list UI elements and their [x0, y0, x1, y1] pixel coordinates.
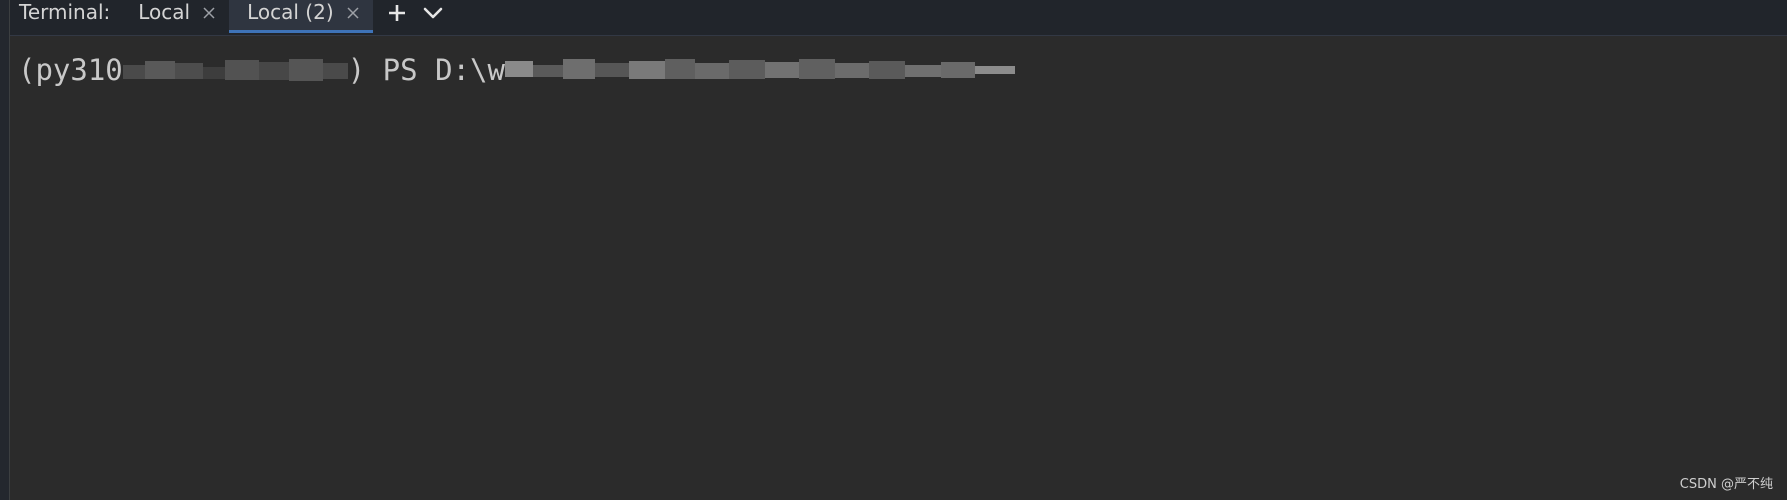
new-terminal-button[interactable]: [379, 0, 415, 25]
tab-label: Local (2): [247, 0, 334, 24]
prompt-path-prefix: ) PS D:\w: [347, 53, 505, 87]
tab-local-2[interactable]: Local (2): [229, 0, 373, 33]
prompt-line: (py310 ) PS D:\w: [18, 52, 1015, 88]
close-icon[interactable]: [201, 0, 217, 25]
watermark: CSDN @严不纯: [1679, 477, 1773, 492]
terminal-label: Terminal:: [19, 0, 111, 24]
redacted-env-name: [122, 57, 348, 83]
terminal-dropdown-button[interactable]: [415, 0, 451, 25]
terminal-console[interactable]: (py310 ) PS D:\w: [10, 36, 1787, 500]
prompt-env-prefix: (py310: [18, 53, 123, 87]
redacted-path: [504, 57, 1015, 83]
terminal-tabbar: Terminal: Local Local (2): [0, 0, 1787, 36]
tab-label: Local: [138, 0, 191, 24]
plus-icon: [388, 4, 405, 21]
terminal-window: Terminal: Local Local (2) (py310) PS D:…: [0, 0, 1787, 500]
chevron-down-icon: [423, 7, 442, 18]
close-icon[interactable]: [345, 0, 361, 25]
tab-local[interactable]: Local: [120, 0, 229, 25]
left-rail: [0, 0, 10, 500]
